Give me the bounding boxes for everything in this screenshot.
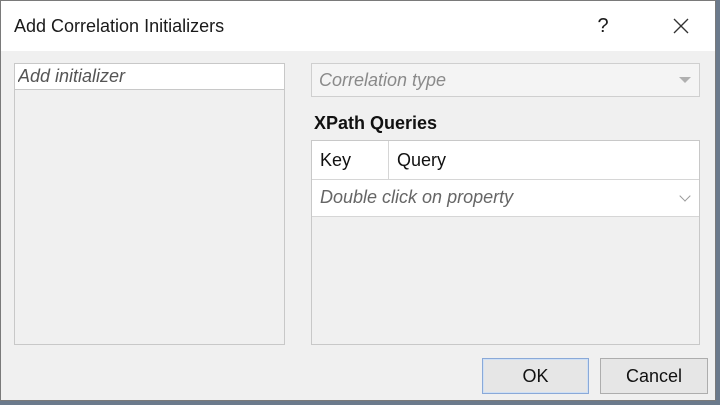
- close-icon: [673, 18, 689, 34]
- dialog-title: Add Correlation Initializers: [14, 16, 225, 36]
- add-initializer-input[interactable]: [15, 64, 284, 90]
- correlation-type-dropdown[interactable]: Correlation type: [311, 63, 700, 97]
- column-header-query[interactable]: Query: [389, 141, 699, 179]
- chevron-down-icon: [679, 77, 691, 83]
- initializer-list[interactable]: [14, 63, 285, 345]
- ok-button[interactable]: OK: [482, 358, 589, 394]
- help-button[interactable]: ?: [575, 3, 631, 49]
- grid-header: Key Query: [312, 141, 699, 180]
- property-dropdown[interactable]: Double click on property: [312, 180, 699, 217]
- add-correlation-initializers-dialog: Add Correlation Initializers ? Correlati…: [0, 0, 716, 401]
- correlation-type-placeholder: Correlation type: [319, 70, 447, 90]
- xpath-queries-grid[interactable]: Key Query Double click on property: [311, 140, 700, 345]
- property-placeholder: Double click on property: [320, 187, 514, 207]
- cancel-button[interactable]: Cancel: [600, 358, 708, 394]
- xpath-queries-heading: XPath Queries: [314, 113, 438, 133]
- close-button[interactable]: [651, 3, 711, 49]
- title-bar: Add Correlation Initializers ?: [1, 1, 715, 51]
- column-header-key[interactable]: Key: [312, 141, 389, 179]
- chevron-down-icon: [679, 190, 691, 202]
